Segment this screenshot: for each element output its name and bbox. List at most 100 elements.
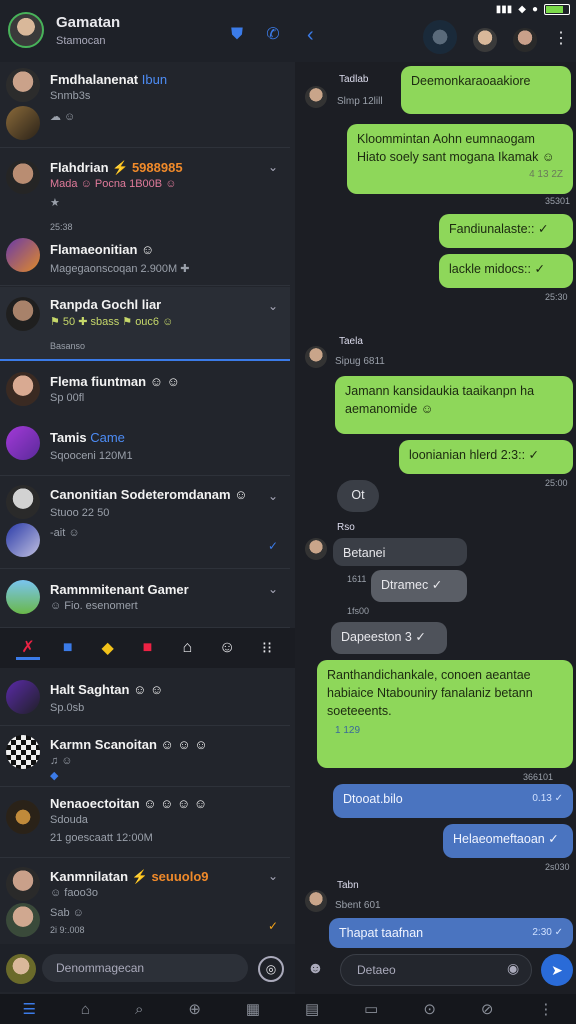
message-bubble-in[interactable]: Betanei <box>333 538 467 566</box>
message-bubble-blue[interactable]: Thapat taafnan 2:30 ✓ <box>329 918 573 948</box>
tab-chat[interactable]: ■ <box>56 639 80 657</box>
chat-item[interactable]: Karmn Scanoitan ☺ ☺ ☺ ♫ ☺ ◆ <box>0 727 290 787</box>
nav-grid-icon[interactable]: ▦ <box>246 1000 260 1018</box>
nav-circle-icon[interactable]: ⊙ <box>423 1000 436 1018</box>
avatar <box>6 867 40 901</box>
back-icon[interactable]: ‹ <box>307 24 314 47</box>
avatar <box>6 485 40 519</box>
avatar <box>6 580 40 614</box>
conversation-panel: ‹ ⋮ Tadlab Slmp 12lill Deemonkaraoaakior… <box>295 0 576 1024</box>
chat-item[interactable]: Kanmnilatan ⚡ seuuolo9 ☺ faoo3o Sab ☺ 2i… <box>0 859 290 943</box>
chat-item[interactable]: Flahdrian ⚡ 5988985 Mada ☺ Pocna 1B00B ☺… <box>0 148 290 286</box>
chat-tag: Came <box>90 430 125 445</box>
nav-home-icon[interactable]: ⌂ <box>81 1001 90 1018</box>
chat-name: Kanmnilatan <box>50 869 129 884</box>
avatar <box>6 106 40 140</box>
message-text: Ranthandichankale, conoen aeantae habiai… <box>327 668 533 718</box>
chevron-down-icon[interactable]: ⌄ <box>268 489 278 503</box>
message-bubble-out[interactable]: lackle midocs:: ✓ <box>439 254 573 288</box>
chat-item[interactable]: Fmdhalanenat Ibun Snmb3s ☁ ☺ <box>0 62 290 148</box>
camera-icon[interactable]: ◎ <box>258 956 284 982</box>
timestamp: 25:00 <box>545 478 568 488</box>
timestamp: 25:30 <box>545 292 568 302</box>
attach-icon[interactable]: ◉ <box>507 960 519 977</box>
send-button[interactable]: ➤ <box>541 954 573 986</box>
message-bubble-out[interactable]: Kloommintan Aohn eumnaogam Hiato soely s… <box>347 124 573 194</box>
avatar[interactable] <box>513 28 537 52</box>
tab-badge[interactable]: ◆ <box>96 638 120 658</box>
chevron-down-icon[interactable]: ⌄ <box>268 299 278 313</box>
chat-tag: ☺ ☺ ☺ <box>160 737 208 752</box>
message-bubble-in[interactable]: Dtramec ✓ <box>371 570 467 602</box>
timestamp: 366101 <box>523 772 554 782</box>
tab-games[interactable]: ✗ <box>15 637 40 660</box>
message-bubble-out[interactable]: Ranthandichankale, conoen aeantae habiai… <box>317 660 573 768</box>
sender-name: Tabn <box>337 880 359 891</box>
message-input[interactable]: Detaeo <box>340 954 532 986</box>
tab-video[interactable]: ■ <box>135 639 159 657</box>
message-text: Kloommintan Aohn eumnaogam Hiato soely s… <box>357 132 555 164</box>
chat-tag: ☺ ☺ ☺ ☺ <box>143 796 208 811</box>
chevron-down-icon[interactable]: ⌄ <box>268 869 278 883</box>
profile-avatar[interactable] <box>8 12 44 48</box>
chat-tag: ☺ ☺ <box>149 374 180 389</box>
tab-home[interactable]: ⌂ <box>175 639 199 657</box>
sender-name: Taela <box>339 336 363 347</box>
nav-keyboard-icon[interactable]: ▤ <box>305 1000 319 1018</box>
message-text: Dtooat.bilo <box>343 792 403 806</box>
chat-preview: Mada ☺ Pocna 1B00B ☺ <box>50 178 177 190</box>
chat-item[interactable]: Nenaoectoitan ☺ ☺ ☺ ☺ Sdouda 21 goescaat… <box>0 788 290 858</box>
chat-preview: ☁ ☺ <box>50 111 76 123</box>
tab-more[interactable]: ⁝⁝ <box>255 638 279 658</box>
message-bubble-blue[interactable]: Dtooat.bilo 0.13 ✓ <box>333 784 573 818</box>
nav-compass-icon[interactable]: ⊕ <box>188 1000 201 1018</box>
message-bubble-out[interactable]: Fandiunalaste:: ✓ <box>439 214 573 248</box>
left-message-input[interactable]: Denommagecan <box>42 954 248 982</box>
emoji-icon[interactable]: ☻ <box>307 960 324 978</box>
message-bubble-in[interactable]: Ot <box>337 480 379 512</box>
chat-item[interactable]: Flema fiuntman ☺ ☺ Sp 00fl Tamis Came Sq… <box>0 362 290 476</box>
chat-item-selected[interactable]: Ranpda Gochl liar ⚑ 50 ✚ sbass ⚑ ouc6 ☺ … <box>0 287 290 361</box>
timestamp: 2s030 <box>545 862 570 872</box>
nav-menu-icon[interactable]: ☰ <box>22 1000 35 1018</box>
nav-window-icon[interactable]: ▭ <box>364 1000 378 1018</box>
chevron-down-icon[interactable]: ⌄ <box>268 160 278 174</box>
chat-name: Flamaeonitian ☺ <box>50 242 155 257</box>
filter-tabs: ✗ ■ ◆ ■ ⌂ ☺ ⁝⁝ <box>0 628 295 668</box>
chat-preview: ♫ ☺ <box>50 755 73 767</box>
signal-icon: ▮▮▮ <box>495 3 513 15</box>
chevron-down-icon[interactable]: ⌄ <box>268 582 278 596</box>
avatar <box>6 800 40 834</box>
message-bubble-blue[interactable]: Helaeomeftaoan ✓ <box>443 824 573 858</box>
nav-more-icon[interactable]: ⋮ <box>538 1000 553 1018</box>
group-avatar[interactable] <box>423 20 457 54</box>
tab-emoji[interactable]: ☺ <box>215 639 239 657</box>
avatar <box>6 523 40 557</box>
avatar <box>6 680 40 714</box>
avatar[interactable] <box>473 28 497 52</box>
bluetooth-icon: ● <box>531 3 538 15</box>
chat-preview: 21 goescaatt 12:00M <box>50 832 153 844</box>
chat-item[interactable]: Canonitian Sodeteromdanam ☺ Stuoo 22 50 … <box>0 477 290 569</box>
shield-icon[interactable]: ⛊ <box>228 26 246 44</box>
avatar <box>6 297 40 331</box>
message-bubble-in[interactable]: Dapeeston 3 ✓ <box>331 622 447 654</box>
chat-preview: Sdouda <box>50 814 88 826</box>
avatar <box>6 426 40 460</box>
chat-item[interactable]: Halt Saghtan ☺ ☺ Sp.0sb <box>0 670 290 726</box>
message-bubble-out[interactable]: Deemonkaraoaakiore <box>401 66 571 114</box>
chat-name: Ranpda Gochl liar <box>50 297 162 312</box>
chat-preview: ◆ <box>50 770 59 782</box>
message-bubble-out[interactable]: Jamann kansidaukia taaikanpn ha aemanomi… <box>335 376 573 434</box>
nav-gamepad-icon[interactable]: ⊘ <box>481 1000 494 1018</box>
phone-icon[interactable]: ✆ <box>264 26 282 44</box>
nav-search-icon[interactable]: ⌕ <box>135 1001 143 1018</box>
message-bubble-out[interactable]: loonianian hlerd 2:3:: ✓ <box>399 440 573 474</box>
chat-preview: Sqooceni 120M1 <box>50 450 133 462</box>
message-time: 2:30 ✓ <box>532 927 563 938</box>
chat-item[interactable]: Rammmitenant Gamer ☺ Fio. esenomert ⌄ <box>0 570 290 628</box>
chat-tag: ⚡ seuuolo9 <box>131 869 209 884</box>
sender-sub: Sbent 601 <box>335 900 381 911</box>
more-icon[interactable]: ⋮ <box>553 28 569 48</box>
avatar[interactable] <box>6 954 36 984</box>
